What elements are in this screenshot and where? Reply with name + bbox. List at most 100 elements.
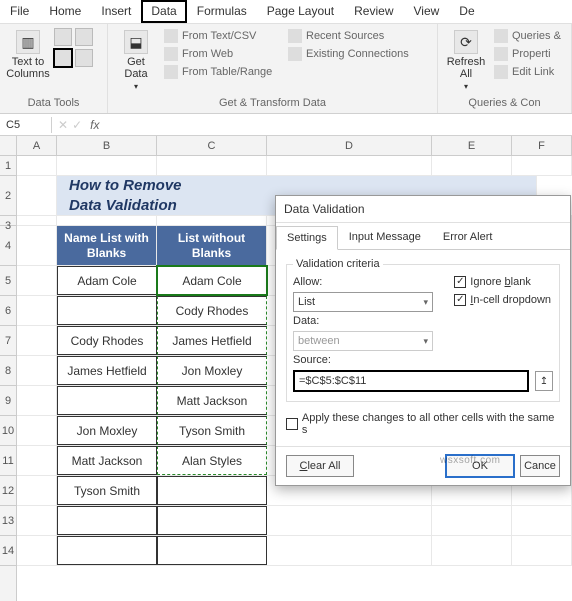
cell[interactable]	[57, 296, 157, 325]
recent-sources-button[interactable]: Recent Sources	[286, 28, 426, 44]
ignore-blank-checkbox[interactable]: ✓Ignore blank	[454, 276, 551, 288]
cell[interactable]	[157, 476, 267, 505]
tab-file[interactable]: File	[0, 0, 39, 23]
cell[interactable]	[57, 156, 157, 175]
range-picker-button[interactable]: ↥	[535, 371, 553, 391]
row-header[interactable]: 2	[0, 176, 16, 216]
incell-dropdown-checkbox[interactable]: ✓In-cell dropdown	[454, 294, 551, 306]
cell[interactable]	[512, 536, 572, 565]
cell[interactable]: Matt Jackson	[57, 446, 157, 475]
tab-view[interactable]: View	[404, 0, 450, 23]
tab-review[interactable]: Review	[344, 0, 403, 23]
cell[interactable]	[512, 156, 572, 175]
tab-data[interactable]: Data	[141, 0, 186, 23]
row-header[interactable]: 11	[0, 446, 16, 476]
allow-dropdown[interactable]: List ▾	[293, 292, 433, 312]
cell[interactable]	[57, 216, 157, 225]
cell[interactable]	[17, 356, 57, 385]
cell[interactable]	[17, 176, 57, 215]
cell[interactable]	[17, 266, 57, 295]
cell[interactable]: Alan Styles	[157, 446, 267, 475]
fx-icon[interactable]: fx	[90, 118, 99, 132]
cancel-button[interactable]: Cance	[520, 455, 560, 477]
refresh-all-button[interactable]: ⟳ Refresh All ▾	[444, 28, 488, 93]
row-header[interactable]: 8	[0, 356, 16, 386]
row-header[interactable]: 14	[0, 536, 16, 566]
cell[interactable]	[267, 506, 432, 535]
text-to-columns-button[interactable]: ▥ Text to Columns	[6, 28, 50, 82]
col-header[interactable]: B	[57, 136, 157, 156]
cell[interactable]	[17, 416, 57, 445]
cell[interactable]	[17, 326, 57, 355]
clear-all-button[interactable]: Clear All	[286, 455, 354, 477]
row-header[interactable]: 1	[0, 156, 16, 176]
row-header[interactable]: 4	[0, 226, 16, 266]
formula-bar[interactable]	[105, 123, 572, 127]
col-header[interactable]: C	[157, 136, 267, 156]
col-header[interactable]: A	[17, 136, 57, 156]
row-header[interactable]: 6	[0, 296, 16, 326]
dialog-tab-error-alert[interactable]: Error Alert	[432, 225, 504, 249]
cell[interactable]	[17, 296, 57, 325]
cell[interactable]	[17, 506, 57, 535]
cell[interactable]	[17, 536, 57, 565]
name-box[interactable]: C5	[0, 117, 52, 133]
remove-duplicates-icon[interactable]	[75, 28, 93, 46]
cell[interactable]	[157, 216, 267, 225]
edit-links-button[interactable]: Edit Link	[492, 64, 563, 80]
cell[interactable]	[157, 156, 267, 175]
cell[interactable]	[267, 536, 432, 565]
cell[interactable]: James Hetfield	[157, 326, 267, 355]
cell[interactable]	[17, 226, 57, 265]
row-header[interactable]: 12	[0, 476, 16, 506]
cell[interactable]: Cody Rhodes	[157, 296, 267, 325]
row-header[interactable]: 3	[0, 216, 16, 226]
accept-formula-icon[interactable]: ✓	[72, 118, 82, 132]
source-input[interactable]: =$C$5:$C$11	[293, 370, 529, 392]
header-cell-b[interactable]: Name List with Blanks	[57, 226, 157, 265]
from-table-range-button[interactable]: From Table/Range	[162, 64, 282, 80]
get-data-button[interactable]: ⬓ Get Data ▾	[114, 28, 158, 93]
cell[interactable]	[17, 446, 57, 475]
cell[interactable]	[512, 506, 572, 535]
existing-connections-button[interactable]: Existing Connections	[286, 46, 426, 62]
tab-insert[interactable]: Insert	[91, 0, 141, 23]
consolidate-icon[interactable]	[75, 49, 93, 67]
row-header[interactable]: 5	[0, 266, 16, 296]
apply-same-settings-checkbox[interactable]: Apply these changes to all other cells w…	[286, 412, 560, 436]
cancel-formula-icon[interactable]: ✕	[58, 118, 68, 132]
cell[interactable]	[267, 156, 432, 175]
cell[interactable]: Cody Rhodes	[57, 326, 157, 355]
cell[interactable]	[157, 536, 267, 565]
cell[interactable]	[17, 476, 57, 505]
tab-formulas[interactable]: Formulas	[187, 0, 257, 23]
data-validation-icon[interactable]	[54, 49, 72, 67]
col-header[interactable]: D	[267, 136, 432, 156]
from-web-button[interactable]: From Web	[162, 46, 282, 62]
row-header[interactable]: 10	[0, 416, 16, 446]
cell[interactable]	[432, 536, 512, 565]
row-header[interactable]: 9	[0, 386, 16, 416]
dialog-tab-settings[interactable]: Settings	[276, 226, 338, 250]
cell[interactable]	[17, 156, 57, 175]
cell[interactable]: Jon Moxley	[157, 356, 267, 385]
cell[interactable]: James Hetfield	[57, 356, 157, 385]
select-all-corner[interactable]	[0, 136, 16, 156]
properties-button[interactable]: Properti	[492, 46, 563, 62]
cell[interactable]	[17, 216, 57, 225]
tab-home[interactable]: Home	[39, 0, 91, 23]
tab-developer[interactable]: De	[449, 0, 484, 23]
dialog-tab-input-message[interactable]: Input Message	[338, 225, 432, 249]
flash-fill-icon[interactable]	[54, 28, 72, 46]
queries-connections-button[interactable]: Queries &	[492, 28, 563, 44]
row-header[interactable]: 13	[0, 506, 16, 536]
from-text-csv-button[interactable]: From Text/CSV	[162, 28, 282, 44]
row-header[interactable]: 7	[0, 326, 16, 356]
cell[interactable]	[57, 506, 157, 535]
cell[interactable]	[157, 506, 267, 535]
tab-page-layout[interactable]: Page Layout	[257, 0, 344, 23]
cell[interactable]	[57, 386, 157, 415]
cell[interactable]: Adam Cole	[57, 266, 157, 295]
header-cell-c[interactable]: List without Blanks	[157, 226, 267, 265]
cell[interactable]	[57, 536, 157, 565]
